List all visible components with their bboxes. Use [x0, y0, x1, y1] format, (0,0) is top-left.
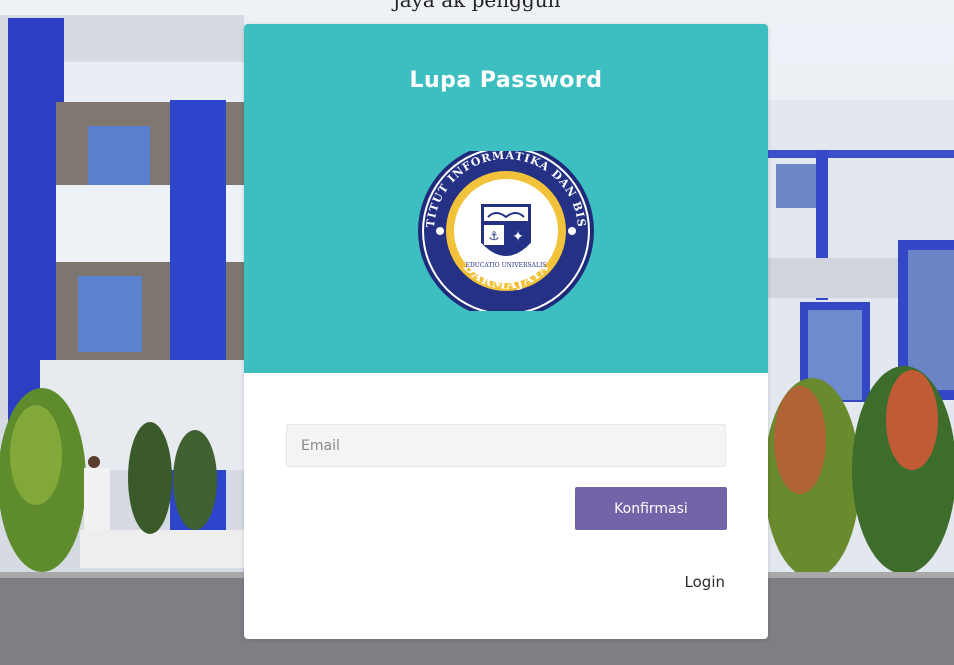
login-link[interactable]: Login	[685, 573, 725, 591]
logo-motto: EDUCATIO UNIVERSALIS	[466, 262, 547, 269]
forgot-password-card: Lupa Password INSTITUT INFORMATIKA DAN B…	[244, 24, 768, 639]
svg-text:⚓: ⚓	[489, 229, 500, 243]
page-top-text-fragment: jaya ak penggun	[393, 0, 561, 12]
darmajaya-seal-logo: INSTITUT INFORMATIKA DAN BISNIS DARMAJAY…	[410, 151, 594, 311]
email-field[interactable]	[286, 424, 726, 467]
card-header: Lupa Password INSTITUT INFORMATIKA DAN B…	[244, 24, 768, 373]
confirm-button[interactable]: Konfirmasi	[575, 487, 727, 530]
svg-text:✦: ✦	[512, 229, 524, 245]
page-title: Lupa Password	[409, 68, 603, 93]
